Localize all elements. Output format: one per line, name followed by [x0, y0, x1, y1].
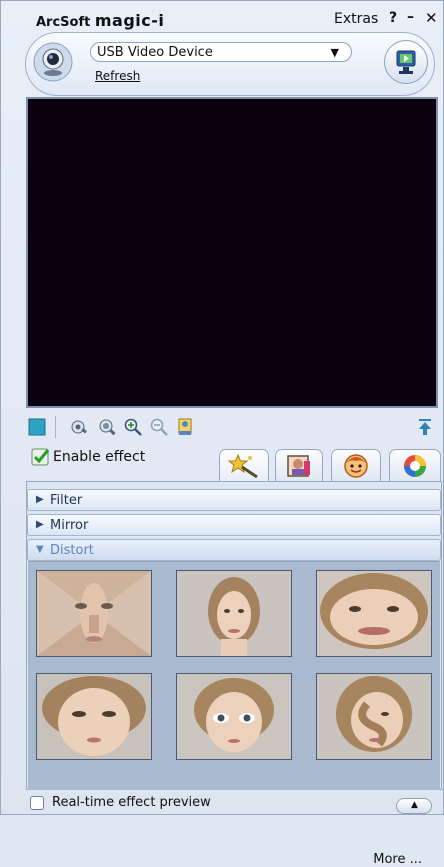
zoom-in-icon[interactable]	[123, 417, 143, 437]
pin-icon[interactable]	[415, 417, 435, 437]
extras-menu[interactable]: Extras	[334, 11, 378, 27]
app-brand: ArcSoft magic-i	[36, 11, 164, 30]
capture-icon	[396, 50, 416, 74]
effect-thumbnail[interactable]	[316, 570, 432, 657]
effects-tab-icon	[228, 453, 258, 478]
check-icon	[31, 448, 50, 466]
chevron-down-icon: ▼	[330, 46, 339, 59]
capture-button[interactable]	[384, 40, 428, 84]
effect-thumbnail[interactable]	[36, 673, 152, 760]
preview-toolbar	[27, 414, 439, 440]
device-select-value: USB Video Device	[97, 45, 213, 60]
product-name: magic-i	[94, 11, 165, 30]
effect-thumbnail[interactable]	[176, 570, 292, 657]
effect-thumbnail[interactable]	[316, 673, 432, 760]
more-effects-link[interactable]: More ...	[373, 852, 422, 867]
chevron-up-icon: ▲	[411, 800, 418, 810]
webcam-icon[interactable]	[33, 42, 73, 82]
enable-effect-label: Enable effect	[53, 449, 146, 465]
realtime-preview-label: Real-time effect preview	[52, 795, 211, 810]
refresh-link[interactable]: Refresh	[95, 69, 140, 83]
minimize-button[interactable]: –	[407, 9, 414, 25]
device-select[interactable]: USB Video Device ▼	[90, 42, 352, 62]
category-distort[interactable]: ▼ Distort	[27, 539, 441, 561]
chevron-right-icon: ▶	[36, 519, 44, 530]
tab-frames[interactable]	[275, 449, 323, 481]
help-button[interactable]: ?	[389, 10, 397, 26]
collapse-button[interactable]: ▲	[396, 798, 432, 814]
distort-effects-grid: More ...	[28, 561, 440, 867]
zoom-out-icon[interactable]	[149, 417, 169, 437]
category-filter[interactable]: ▶ Filter	[27, 489, 441, 511]
settings-icon[interactable]	[97, 417, 117, 437]
toolbar-divider	[55, 416, 56, 438]
magic-i-window: ArcSoft magic-i Extras ? – ✕ USB Video D…	[0, 0, 444, 867]
frames-tab-icon	[287, 454, 310, 477]
effects-panel: ▶ Filter ▶ Mirror ▼ Distort More ...	[26, 481, 442, 867]
tab-effects[interactable]	[219, 449, 269, 481]
tab-color[interactable]	[389, 449, 441, 481]
tab-face[interactable]	[331, 449, 381, 481]
chevron-down-icon: ▼	[36, 544, 44, 555]
video-preview	[26, 97, 438, 408]
checkbox-box	[30, 796, 44, 810]
stop-icon[interactable]	[27, 417, 47, 437]
tune-icon[interactable]	[69, 417, 89, 437]
category-label: Filter	[50, 493, 83, 508]
effect-thumbnail[interactable]	[176, 673, 292, 760]
close-button[interactable]: ✕	[425, 9, 438, 27]
snapshot-icon[interactable]	[175, 417, 195, 437]
category-mirror[interactable]: ▶ Mirror	[27, 514, 441, 536]
color-tab-icon	[404, 454, 426, 477]
effect-thumbnail[interactable]	[36, 570, 152, 657]
category-label: Distort	[50, 543, 94, 558]
brand-name: ArcSoft	[36, 15, 91, 30]
face-tab-icon	[344, 453, 368, 478]
chevron-right-icon: ▶	[36, 494, 44, 505]
category-label: Mirror	[50, 518, 89, 533]
